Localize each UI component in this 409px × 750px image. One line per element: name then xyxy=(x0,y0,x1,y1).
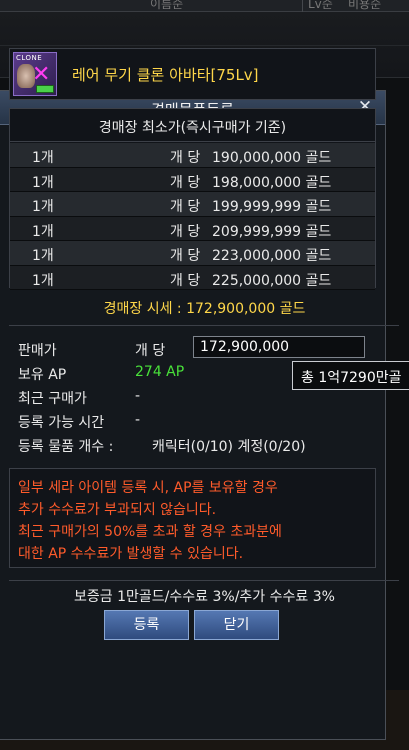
price-row-price: 225,000,000 골드 xyxy=(212,272,332,289)
ap-value: 274 AP xyxy=(135,364,185,380)
register-count-value: 캐릭터(0/10) 계정(0/20) xyxy=(152,439,306,455)
lowest-price-divider xyxy=(10,141,375,142)
lowest-price-header: 경매장 최소가(즉시구매가 기준) xyxy=(98,120,287,136)
ap-label: 보유 AP xyxy=(18,367,67,383)
market-price-text: 경매장 시세 : 172,900,000 골드 xyxy=(103,301,306,317)
price-row[interactable]: 1개 개 당 223,000,000 골드 xyxy=(10,241,375,266)
price-row-qty: 1개 xyxy=(32,248,54,264)
item-tag-icon xyxy=(36,85,54,93)
price-row[interactable]: 1개 개 당 198,000,000 골드 xyxy=(10,167,375,192)
warning-box: 일부 세라 아이템 등록 시, AP를 보유할 경우 추가 수수료가 부과되지 … xyxy=(9,468,376,568)
clone-badge: CLONE xyxy=(16,54,43,62)
sort-by-level-header[interactable]: Lv순 xyxy=(308,0,333,12)
price-row-qty: 1개 xyxy=(32,223,54,240)
total-price-tooltip: 총 1억7290만골 xyxy=(292,361,409,390)
price-row-per: 개 당 xyxy=(170,150,201,166)
warning-line: 일부 세라 아이템 등록 시, AP를 보유할 경우 xyxy=(18,480,278,496)
price-row[interactable]: 1개 개 당 209,999,999 골드 xyxy=(10,216,375,241)
background-list-header: 이름순 Lv순 비용순 xyxy=(0,0,409,12)
price-row-price: 198,000,000 골드 xyxy=(212,174,332,191)
price-row-qty: 1개 xyxy=(32,199,54,215)
section-divider xyxy=(9,325,399,326)
price-row-price: 223,000,000 골드 xyxy=(212,248,332,264)
sort-by-name-header[interactable]: 이름순 xyxy=(150,0,183,12)
item-info-box: CLONE ✕ 레어 무기 클론 아바타[75Lv] xyxy=(9,48,376,100)
price-row-per: 개 당 xyxy=(170,174,201,191)
item-name: 레어 무기 클론 아바타[75Lv] xyxy=(72,66,259,84)
header-divider xyxy=(302,0,303,12)
register-time-label: 등록 가능 시간 xyxy=(18,415,105,431)
price-row-price: 199,999,999 골드 xyxy=(212,199,332,215)
lowest-price-list: 1개 개 당 190,000,000 골드 1개 개 당 198,000,000… xyxy=(10,143,375,290)
close-button[interactable]: 닫기 xyxy=(194,610,279,640)
price-row-per: 개 당 xyxy=(170,223,201,240)
price-row-per: 개 당 xyxy=(170,272,201,289)
price-row-per: 개 당 xyxy=(170,248,201,264)
clone-avatar-icon[interactable]: CLONE ✕ xyxy=(13,52,57,96)
sale-price-label: 판매가 xyxy=(18,343,57,359)
price-row-per: 개 당 xyxy=(170,199,201,215)
sale-price-input[interactable] xyxy=(193,336,365,358)
warning-line: 추가 수수료가 부과되지 않습니다. xyxy=(18,502,217,518)
price-row[interactable]: 1개 개 당 225,000,000 골드 xyxy=(10,265,375,290)
register-time-value: - xyxy=(135,412,141,428)
register-button[interactable]: 등록 xyxy=(104,610,189,640)
price-row-qty: 1개 xyxy=(32,174,54,191)
price-row-qty: 1개 xyxy=(32,272,54,289)
sort-by-cost-header[interactable]: 비용순 xyxy=(348,0,381,12)
section-divider xyxy=(9,580,399,581)
price-row[interactable]: 1개 개 당 199,999,999 골드 xyxy=(10,192,375,217)
price-row-price: 209,999,999 골드 xyxy=(212,223,332,240)
background-row-divider xyxy=(0,45,409,46)
per-unit-label: 개 당 xyxy=(135,343,166,359)
register-count-label: 등록 물품 개수 : xyxy=(18,439,114,455)
price-row-qty: 1개 xyxy=(32,150,54,166)
fee-info-text: 보증금 1만골드/수수료 3%/추가 수수료 3% xyxy=(74,589,335,605)
warning-line: 최근 구매가의 50%를 초과 할 경우 초과분에 xyxy=(18,524,282,540)
lowest-price-box: 경매장 최소가(즉시구매가 기준) 1개 개 당 190,000,000 골드 … xyxy=(9,108,376,290)
recent-price-value: - xyxy=(135,388,141,404)
price-row-price: 190,000,000 골드 xyxy=(212,150,332,166)
cross-blade-icon: ✕ xyxy=(32,62,51,87)
price-row[interactable]: 1개 개 당 190,000,000 골드 xyxy=(10,143,375,168)
recent-price-label: 최근 구매가 xyxy=(18,391,87,407)
warning-line: 대한 AP 수수료가 발생할 수 있습니다. xyxy=(18,546,244,562)
